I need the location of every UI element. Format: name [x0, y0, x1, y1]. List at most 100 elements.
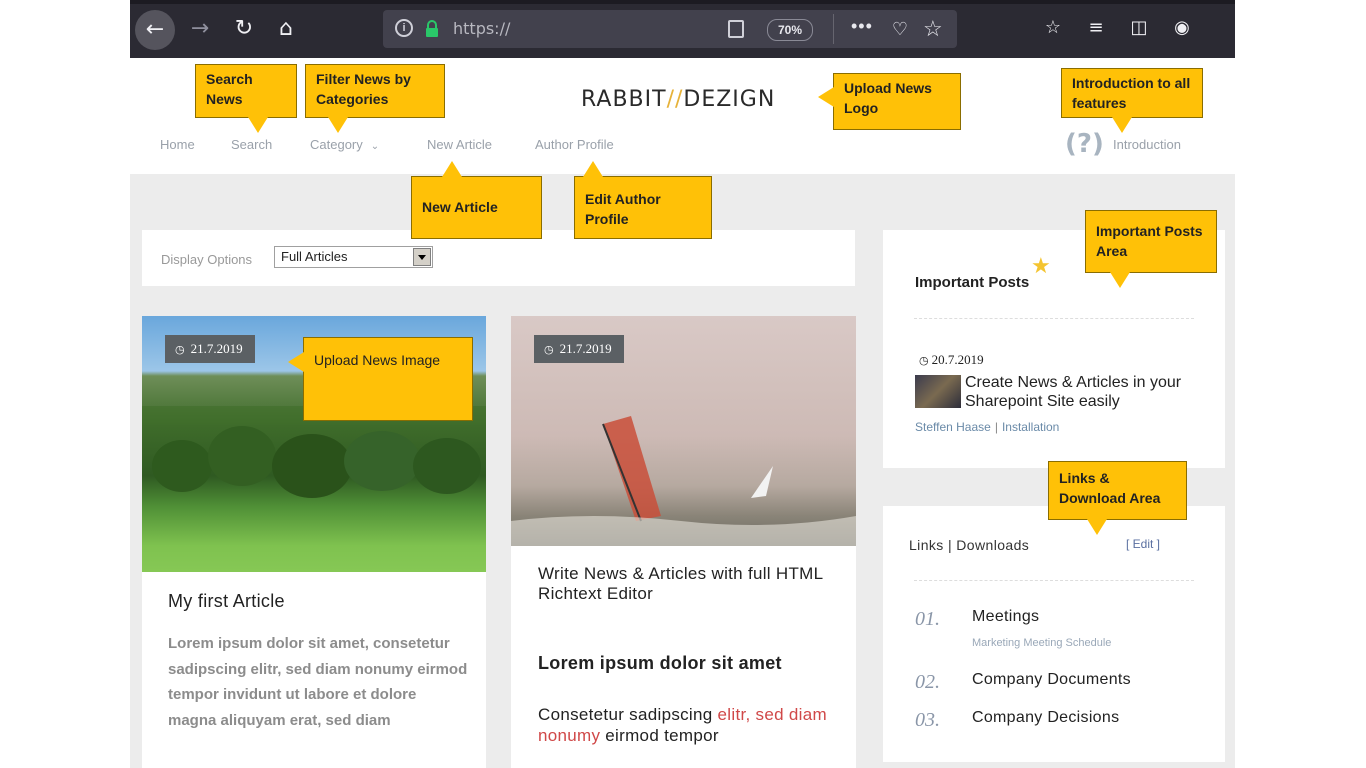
logo-text-secondary: DEZIGN	[683, 87, 776, 112]
link-item-title[interactable]: Company Documents	[972, 671, 1131, 689]
clock-icon: ◷	[919, 354, 929, 367]
callout-pointer	[248, 117, 268, 133]
logo-slash: //	[666, 87, 684, 112]
links-downloads-panel: Links | Downloads [ Edit ] 01. Meetings …	[883, 506, 1225, 762]
callout-text: Search News	[206, 71, 253, 107]
reload-icon[interactable]: ↻	[227, 12, 261, 46]
callout-text: Introduction to all features	[1072, 75, 1191, 111]
clock-icon: ◷	[544, 343, 554, 356]
nav-introduction[interactable]: Introduction	[1113, 137, 1181, 152]
url-divider	[833, 14, 834, 44]
home-icon[interactable]: ⌂	[269, 12, 303, 46]
article-paragraph: Consetetur sadipscing elitr, sed diam no…	[538, 704, 828, 746]
info-icon[interactable]: i	[395, 19, 413, 37]
nav-category-label: Category	[310, 137, 363, 152]
callout-introduction: Introduction to all features	[1061, 68, 1203, 133]
help-icon[interactable]: (?)	[1065, 129, 1104, 159]
nav-author-profile[interactable]: Author Profile	[535, 137, 614, 152]
zoom-level[interactable]: 70%	[767, 19, 814, 41]
edit-links-link[interactable]: [ Edit ]	[1126, 537, 1160, 551]
star-icon: ★	[1031, 254, 1051, 279]
list-number: 01.	[915, 608, 940, 630]
callout-upload-logo: Upload News Logo	[818, 73, 961, 130]
screenshot-frame: ← → ↻ ⌂ i https:// 70% ••• ♡ ☆ ☆ ≡ ◫ ◉ R…	[130, 0, 1235, 768]
bookmark-star-icon[interactable]: ☆	[923, 16, 943, 42]
links-title: Links | Downloads	[909, 537, 1030, 553]
link-item-title[interactable]: Company Decisions	[972, 709, 1119, 727]
callout-pointer	[328, 117, 348, 133]
tab-strip-edge	[130, 0, 1235, 4]
callout-edit-author: Edit Author Profile	[574, 161, 712, 239]
callout-search-news: Search News	[195, 64, 297, 133]
callout-pointer	[442, 161, 462, 177]
callout-upload-image: Upload News Image	[288, 337, 473, 421]
url-text[interactable]: https://	[453, 19, 510, 38]
callout-text: Links & Download Area	[1059, 470, 1161, 506]
back-arrow-icon[interactable]: ←	[135, 10, 175, 50]
list-number: 02.	[915, 671, 940, 693]
article-title[interactable]: My first Article	[168, 591, 285, 612]
article-title[interactable]: Write News & Articles with full HTML Ric…	[538, 564, 828, 604]
browser-toolbar: ← → ↻ ⌂ i https:// 70% ••• ♡ ☆ ☆ ≡ ◫ ◉	[130, 0, 1235, 58]
lock-icon	[426, 20, 438, 37]
article-date: 21.7.2019	[559, 341, 612, 356]
callout-text: New Article	[422, 199, 498, 215]
post-date-value: 20.7.2019	[931, 352, 984, 367]
callout-text: Edit Author Profile	[585, 191, 661, 227]
divider	[914, 318, 1194, 319]
article-card[interactable]: ◷ 21.7.2019 Write News & Articles with fu…	[511, 316, 856, 768]
display-options-value: Full Articles	[281, 249, 348, 264]
dropdown-arrow-icon[interactable]	[413, 248, 431, 266]
nav-home[interactable]: Home	[160, 137, 195, 152]
callout-links-area: Links & Download Area	[1048, 461, 1187, 535]
pocket-icon[interactable]: ♡	[889, 18, 911, 40]
display-options-select[interactable]: Full Articles	[274, 246, 433, 268]
article-excerpt: Lorem ipsum dolor sit amet, consetetur s…	[168, 635, 468, 729]
logo-text-primary: RABBIT	[581, 87, 667, 112]
post-author[interactable]: Steffen Haase	[915, 420, 991, 434]
sidebar-icon[interactable]: ◫	[1127, 16, 1151, 40]
paragraph-text-end: eirmod tempor	[600, 726, 719, 745]
callout-pointer	[818, 87, 834, 107]
post-thumbnail[interactable]	[915, 375, 961, 408]
paragraph-text: Consetetur sadipscing	[538, 705, 718, 724]
link-item-title[interactable]: Meetings	[972, 608, 1039, 626]
divider	[914, 580, 1194, 581]
date-badge: ◷ 21.7.2019	[165, 335, 255, 363]
callout-pointer	[288, 352, 304, 372]
callout-important-posts: Important Posts Area	[1085, 210, 1217, 288]
forward-arrow-icon[interactable]: →	[183, 12, 217, 46]
callout-text: Important Posts Area	[1096, 223, 1203, 259]
post-meta: Steffen Haase | Installation	[915, 420, 1059, 434]
link-item-subtitle[interactable]: Marketing Meeting Schedule	[972, 637, 1111, 649]
reader-view-icon[interactable]	[728, 20, 744, 38]
site-logo[interactable]: RABBIT//DEZIGN	[581, 87, 775, 112]
meta-separator: |	[994, 420, 998, 434]
more-actions-icon[interactable]: •••	[851, 16, 873, 37]
nav-category[interactable]: Category ⌄	[310, 137, 379, 152]
bookmarks-menu-icon[interactable]: ☆	[1041, 16, 1065, 40]
sharepoint-page: RABBIT//DEZIGN Home Search Category ⌄ New…	[130, 58, 1235, 768]
account-icon[interactable]: ◉	[1170, 16, 1194, 40]
callout-new-article: New Article	[411, 161, 542, 239]
callout-text: Upload News Image	[314, 352, 441, 368]
library-icon[interactable]: ≡	[1084, 16, 1108, 40]
callout-pointer	[1112, 117, 1132, 133]
post-title-link[interactable]: Create News & Articles in your Sharepoin…	[965, 373, 1205, 411]
callout-text: Upload News Logo	[844, 80, 932, 116]
nav-search[interactable]: Search	[231, 137, 272, 152]
important-posts-title: Important Posts	[915, 274, 1030, 291]
callout-filter-categories: Filter News by Categories	[305, 64, 445, 133]
list-number: 03.	[915, 709, 940, 731]
date-badge: ◷ 21.7.2019	[534, 335, 624, 363]
post-date: ◷ 20.7.2019	[919, 352, 984, 368]
nav-new-article[interactable]: New Article	[427, 137, 492, 152]
post-category[interactable]: Installation	[1002, 420, 1059, 434]
article-image-windsurf[interactable]: ◷ 21.7.2019	[511, 316, 856, 546]
callout-pointer	[1110, 272, 1130, 288]
article-date: 21.7.2019	[190, 341, 243, 356]
address-bar[interactable]: i https:// 70% ••• ♡ ☆	[383, 10, 957, 48]
display-options-label: Display Options	[161, 252, 253, 267]
article-subheading: Lorem ipsum dolor sit amet	[538, 653, 782, 673]
callout-pointer	[1087, 519, 1107, 535]
